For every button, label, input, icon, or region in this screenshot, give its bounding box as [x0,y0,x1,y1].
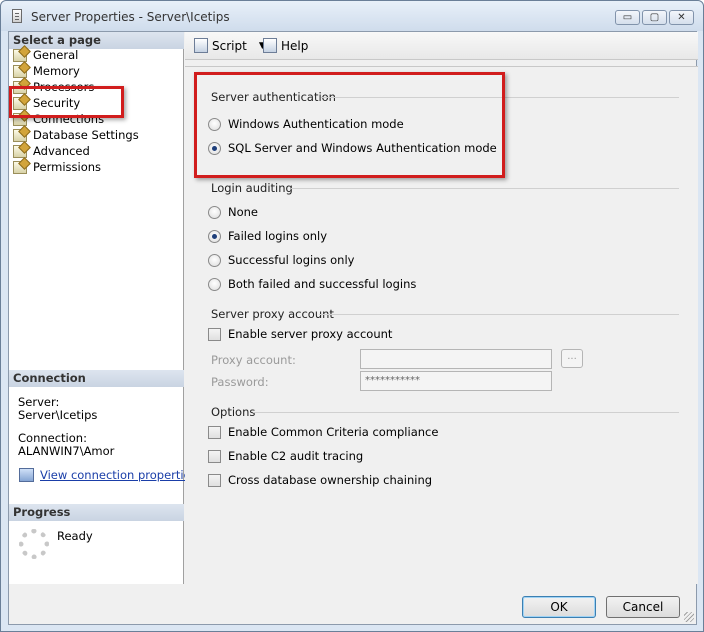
proxy-account-label: Server proxy account [211,307,334,321]
progress-status: Ready [57,529,93,543]
page-label: General [33,48,79,62]
security-page: Server authentication Windows Authentica… [185,66,698,584]
dialog-body: Select a page General Memory Processors … [8,31,698,625]
page-item-general[interactable]: General [13,47,78,63]
option-label: Both failed and successful logins [228,277,417,291]
page-label: Processors [33,80,95,94]
proxy-account-input[interactable] [360,349,552,369]
group-divider [321,97,679,98]
cross-db-chaining-checkbox[interactable]: Cross database ownership chaining [208,473,432,487]
audit-none-radio[interactable]: None [208,205,258,219]
option-label: None [228,205,259,219]
option-label: Failed logins only [228,229,328,243]
group-divider [319,314,679,315]
page-icon [13,112,27,126]
password-input[interactable]: *********** [360,371,552,391]
page-icon [13,160,27,174]
page-item-memory[interactable]: Memory [13,63,80,79]
page-icon [13,80,27,94]
close-button[interactable]: ✕ [669,10,694,25]
script-button[interactable]: Script ▼ [194,38,266,53]
checkbox[interactable] [208,473,221,487]
radio-button-selected[interactable] [208,229,221,243]
page-label: Permissions [33,160,102,174]
audit-failed-radio[interactable]: Failed logins only [208,229,327,243]
option-label: SQL Server and Windows Authentication mo… [228,141,497,155]
option-label: Successful logins only [228,253,355,267]
title-bar[interactable]: Server Properties - Server\Icetips ▭ ▢ ✕ [1,1,703,31]
page-icon [13,96,27,110]
options-label: Options [211,405,256,419]
common-criteria-checkbox[interactable]: Enable Common Criteria compliance [208,425,438,439]
radio-button[interactable] [208,117,221,131]
page-item-connections[interactable]: Connections [13,111,104,127]
c2-audit-checkbox[interactable]: Enable C2 audit tracing [208,449,363,463]
maximize-button[interactable]: ▢ [642,10,667,25]
connection-value: ALANWIN7\Amor [18,444,115,458]
password-field-label: Password: [211,375,269,389]
cancel-button[interactable]: Cancel [606,596,680,618]
progress-spinner-icon [19,529,49,559]
option-label: Enable C2 audit tracing [228,449,364,463]
server-properties-window: Server Properties - Server\Icetips ▭ ▢ ✕… [0,0,704,632]
page-label: Memory [33,64,80,78]
window-title: Server Properties - Server\Icetips [31,10,230,24]
page-label: Database Settings [33,128,139,142]
page-label: Advanced [33,144,90,158]
resize-grip-icon[interactable] [684,612,694,622]
radio-button[interactable] [208,205,221,219]
option-label: Enable server proxy account [228,327,393,341]
option-label: Windows Authentication mode [228,117,404,131]
login-auditing-label: Login auditing [211,181,293,195]
windows-auth-radio[interactable]: Windows Authentication mode [208,117,404,131]
page-item-processors[interactable]: Processors [13,79,94,95]
group-divider [253,412,679,413]
page-label: Connections [33,112,105,126]
minimize-button[interactable]: ▭ [615,10,640,25]
left-pane: Select a page General Memory Processors … [9,32,197,584]
progress-header: Progress [9,504,184,521]
page-icon [13,64,27,78]
audit-successful-radio[interactable]: Successful logins only [208,253,354,267]
page-label: Security [33,96,81,110]
page-item-permissions[interactable]: Permissions [13,159,101,175]
toolbar: Script ▼ Help [185,32,698,60]
page-icon [13,48,27,62]
view-connection-properties-link[interactable]: View connection properties [40,469,197,482]
help-label: Help [281,38,309,53]
script-label: Script [212,38,247,53]
option-label: Enable Common Criteria compliance [228,425,439,439]
checkbox[interactable] [208,425,221,439]
connection-properties-icon [19,468,34,482]
page-icon [13,128,27,142]
connection-header: Connection [9,370,184,387]
mixed-auth-radio[interactable]: SQL Server and Windows Authentication mo… [208,141,497,155]
radio-button[interactable] [208,277,221,291]
script-icon [194,38,208,53]
server-value: Server\Icetips [18,408,98,422]
enable-proxy-checkbox[interactable]: Enable server proxy account [208,327,392,341]
checkbox[interactable] [208,327,221,341]
checkbox[interactable] [208,449,221,463]
page-icon [13,144,27,158]
option-label: Cross database ownership chaining [228,473,433,487]
page-item-database-settings[interactable]: Database Settings [13,127,139,143]
help-icon [263,38,277,53]
radio-button[interactable] [208,253,221,267]
server-auth-label: Server authentication [211,90,336,104]
group-divider [291,188,679,189]
browse-button[interactable]: ... [561,349,583,368]
document-icon [12,9,22,23]
audit-both-radio[interactable]: Both failed and successful logins [208,277,416,291]
proxy-account-field-label: Proxy account: [211,353,296,367]
help-button[interactable]: Help [263,38,308,53]
ok-button[interactable]: OK [522,596,596,618]
radio-button-selected[interactable] [208,141,221,155]
